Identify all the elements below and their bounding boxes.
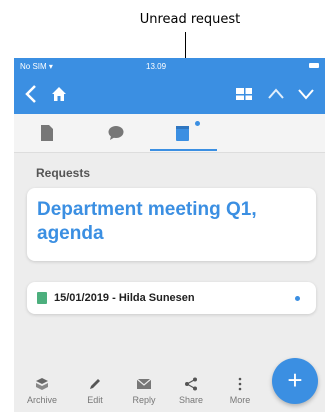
tab-comments[interactable]	[86, 114, 146, 152]
tab-bar	[14, 114, 325, 153]
list-item-text: 15/01/2019 - Hilda Sunesen	[54, 292, 195, 304]
request-icon	[176, 126, 189, 141]
tab-requests[interactable]	[153, 114, 213, 152]
tab-documents[interactable]	[18, 114, 78, 152]
share-icon	[169, 377, 213, 395]
home-icon[interactable]	[50, 84, 68, 109]
share-button[interactable]: Share	[169, 377, 213, 405]
carrier-text: No SIM	[20, 62, 47, 71]
unread-indicator	[195, 121, 200, 126]
chevron-left-icon[interactable]	[24, 84, 38, 109]
archive-label: Archive	[26, 395, 57, 405]
item-unread-dot	[295, 296, 300, 301]
request-title-card: Department meeting Q1, agenda	[27, 188, 316, 261]
envelope-icon	[122, 377, 166, 395]
edit-label: Edit	[87, 395, 103, 405]
status-bar: No SIM ▾ 13.09	[14, 58, 325, 76]
reply-label: Reply	[132, 395, 156, 405]
phone-screen: No SIM ▾ 13.09 Requests Department meeti…	[14, 58, 325, 412]
annotation-label: Unread request	[139, 12, 241, 27]
more-label: More	[229, 395, 251, 405]
reply-button[interactable]: Reply	[122, 377, 166, 405]
more-icon	[218, 377, 262, 395]
wifi-icon: ▾	[48, 62, 53, 71]
annotation-callout: Unread request	[0, 8, 326, 130]
chevron-up-icon[interactable]	[267, 84, 285, 109]
section-label: Requests	[36, 166, 91, 180]
chevron-down-icon[interactable]	[297, 84, 315, 109]
share-label: Share	[178, 395, 204, 405]
carrier-label: No SIM ▾	[20, 62, 53, 71]
active-tab-indicator	[150, 149, 217, 151]
add-button[interactable]: +	[272, 358, 318, 404]
battery-icon	[309, 63, 319, 68]
nav-bar	[14, 76, 325, 114]
document-icon	[41, 125, 53, 141]
request-title: Department meeting Q1, agenda	[37, 199, 257, 244]
pencil-icon	[73, 377, 117, 395]
archive-button[interactable]: Archive	[20, 377, 64, 405]
edit-button[interactable]: Edit	[73, 377, 117, 405]
comment-icon	[108, 126, 124, 140]
request-item-icon	[37, 292, 47, 304]
more-button[interactable]: More	[218, 377, 262, 405]
list-item[interactable]: 15/01/2019 - Hilda Sunesen	[27, 282, 316, 314]
archive-icon	[20, 377, 64, 395]
layout-icon[interactable]	[235, 84, 253, 109]
status-time: 13.09	[146, 62, 167, 71]
